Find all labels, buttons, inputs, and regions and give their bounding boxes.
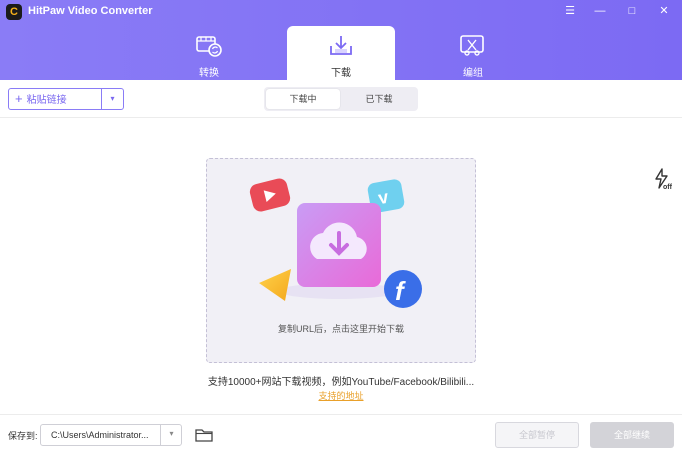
- turbo-off-icon[interactable]: off: [652, 168, 674, 190]
- download-tray-icon: [330, 36, 352, 55]
- save-to-label: 保存到:: [8, 431, 38, 441]
- play-triangle-icon: [259, 269, 291, 301]
- tab-download-label: 下载: [331, 68, 351, 79]
- tab-convert[interactable]: 转换: [155, 26, 263, 80]
- download-illustration: v f: [249, 178, 422, 308]
- folder-icon[interactable]: [195, 428, 213, 442]
- download-status-switch: 下载中 已下载: [264, 87, 418, 111]
- facebook-icon: f: [384, 270, 422, 308]
- drop-zone-hint: 复制URL后，点击这里开始下载: [277, 324, 404, 334]
- pause-all-button[interactable]: 全部暂停: [495, 422, 579, 448]
- tab-edit[interactable]: 编组: [419, 26, 527, 80]
- supported-sites-text: 支持10000+网站下载视频，例如YouTube/Facebook/Bilibi…: [0, 373, 682, 388]
- tab-downloaded[interactable]: 已下载: [342, 89, 416, 109]
- maximize-button[interactable]: □: [620, 2, 644, 20]
- paste-link-button[interactable]: + 粘贴链接: [8, 88, 102, 110]
- youtube-icon: [249, 178, 291, 212]
- menu-icon[interactable]: ☰: [558, 2, 582, 20]
- save-path-dropdown[interactable]: ▾: [160, 424, 182, 446]
- paste-dropdown-button[interactable]: ▾: [101, 88, 124, 110]
- tab-convert-label: 转换: [199, 68, 219, 79]
- minimize-button[interactable]: —: [588, 2, 612, 20]
- film-convert-icon: [196, 36, 222, 57]
- app-title: HitPaw Video Converter: [28, 5, 153, 17]
- tab-download[interactable]: 下载: [287, 26, 395, 80]
- app-logo-icon: C: [6, 4, 22, 20]
- app-header: C HitPaw Video Converter ☰ — □ ✕ 转换 下载 编…: [0, 0, 682, 80]
- bottom-bar: 保存到: C:\Users\Administrator... ▾ 全部暂停 全部…: [0, 414, 682, 451]
- paste-link-label: 粘贴链接: [26, 95, 67, 106]
- tab-edit-label: 编组: [463, 68, 483, 79]
- paste-drop-zone[interactable]: v f 复制URL后，点击这里开始下载: [206, 158, 476, 363]
- close-button[interactable]: ✕: [652, 2, 676, 20]
- plus-icon: +: [15, 91, 23, 106]
- supported-sites-label: 支持10000+网站下载视频，例如YouTube/Facebook/Bilibi…: [207, 377, 475, 388]
- turbo-state-label: off: [663, 184, 673, 190]
- resume-all-button[interactable]: 全部继续: [590, 422, 674, 448]
- edit-cut-icon: [460, 35, 484, 56]
- cloud-download-icon: [297, 203, 381, 287]
- tab-downloading[interactable]: 下载中: [266, 89, 340, 109]
- supported-sites-link[interactable]: 支持的地址: [0, 389, 682, 402]
